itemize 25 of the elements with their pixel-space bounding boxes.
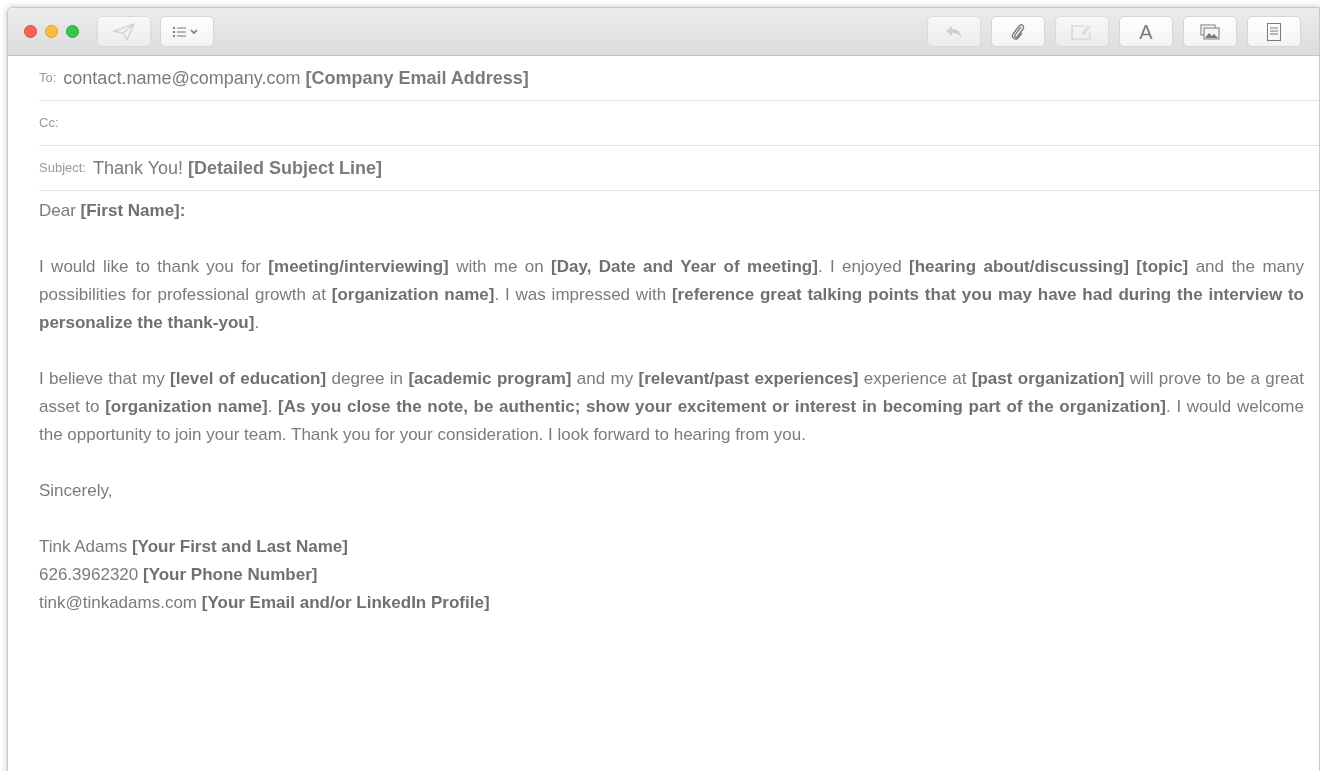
- markup-icon: [1070, 22, 1094, 41]
- body-paragraph: I would like to thank you for [meeting/interviewing] with me on [Day, Date and Year of meeting]. I enjoyed [hearing about/discussing] [topic] and the many possibilities for professional growth at [organization name]. I was impressed with [reference great talking points that you may have had during the interview to personalize the thank-you].: [39, 257, 1304, 332]
- attach-button[interactable]: [991, 16, 1045, 47]
- stationery-icon: [1267, 22, 1281, 41]
- body-paragraph: I believe that my [level of education] degree in [academic program] and my [relevant/past experiences] experience at [past organization] will prove to be a great asset to [organization name]. [As you close the note, be authentic; show your excitement or interest in becoming part of the organization]. I would welcome the opportunity to join your team. Thank you for your consideration. I look forward to hearing from you.: [39, 369, 1304, 444]
- closing: Sincerely,: [39, 481, 113, 500]
- fonts-button[interactable]: A: [1119, 16, 1173, 47]
- stationery-button[interactable]: [1247, 16, 1301, 47]
- paperclip-icon: [1011, 21, 1025, 42]
- signature-line: tink@tinkadams.com [Your Email and/or LinkedIn Profile]: [39, 593, 490, 612]
- header-label: Cc:: [39, 114, 59, 133]
- paper-plane-icon: [113, 22, 135, 41]
- reply-arrow-icon: [945, 24, 963, 39]
- font-letter: A: [1139, 21, 1153, 42]
- header-label: To:: [39, 69, 57, 88]
- header-label: Subject:: [39, 159, 86, 178]
- header-value: Thank You! [Detailed Subject Line]: [93, 157, 383, 178]
- header-value: contact.name@company.com [Company Email Address]: [63, 67, 529, 88]
- photo-button[interactable]: [1183, 16, 1237, 47]
- photo-browser-icon: [1200, 23, 1220, 40]
- list-button[interactable]: [160, 16, 214, 47]
- greeting: Dear [First Name]:: [39, 201, 186, 220]
- list-icon: [173, 25, 201, 38]
- signature-line: 626.3962320 [Your Phone Number]: [39, 565, 318, 584]
- signature-line: Tink Adams [Your First and Last Name]: [39, 537, 348, 556]
